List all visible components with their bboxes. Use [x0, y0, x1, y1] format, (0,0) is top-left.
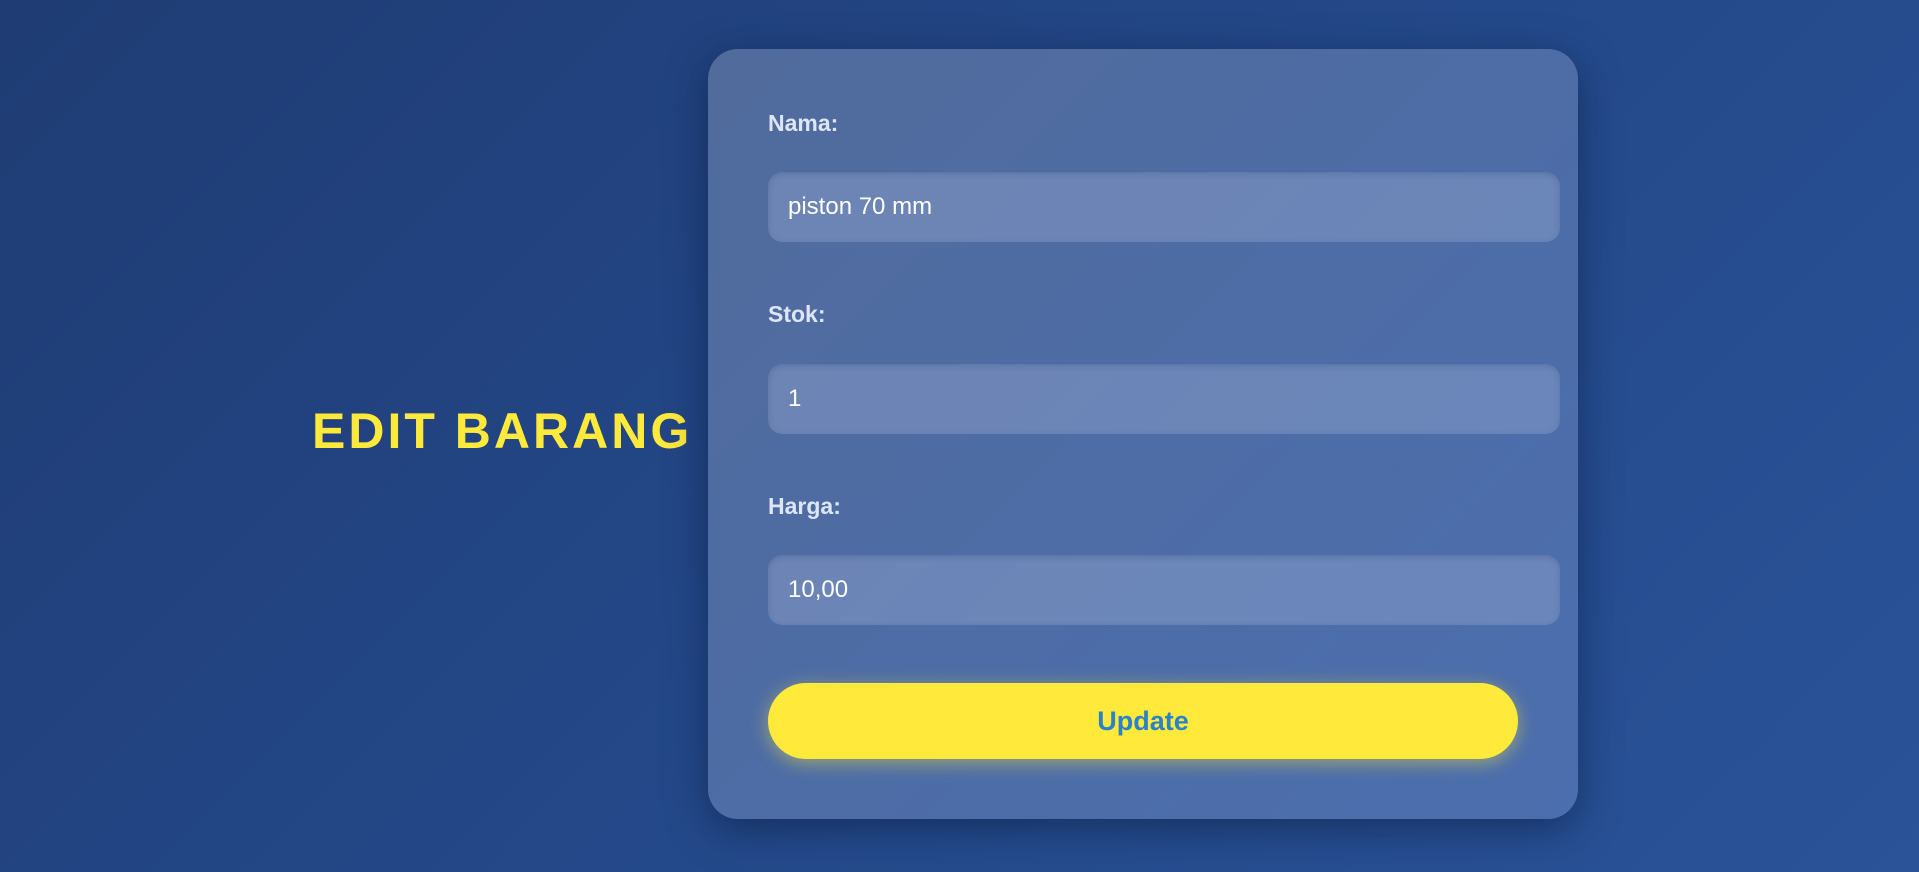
price-input[interactable]: [768, 555, 1560, 625]
page-title: EDIT BARANG: [312, 403, 693, 459]
edit-item-form: Nama: Stok: Harga: Update: [708, 49, 1578, 819]
name-input[interactable]: [768, 172, 1560, 242]
update-button[interactable]: Update: [768, 683, 1518, 759]
stock-label: Stok:: [768, 301, 826, 327]
name-label: Nama:: [768, 110, 839, 136]
stock-input[interactable]: [768, 364, 1560, 434]
price-label: Harga:: [768, 493, 841, 519]
